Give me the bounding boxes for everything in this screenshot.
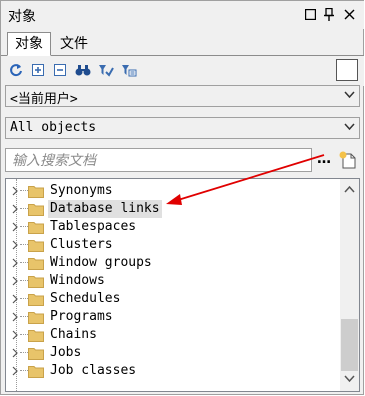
tree-item-label: Tablespaces [50, 219, 137, 234]
find-icon [75, 65, 91, 76]
chevron-down-icon [344, 123, 355, 131]
object-type-select-value: All objects [10, 120, 97, 135]
folder-icon [28, 348, 44, 360]
close-icon [344, 9, 354, 19]
folder-icon [28, 204, 44, 216]
tree-item-label: Chains [50, 327, 97, 342]
expand-all-button[interactable] [30, 62, 46, 78]
tree-item[interactable]: Database links [6, 200, 340, 218]
tree-item-label: Schedules [50, 291, 121, 306]
folder-icon [28, 186, 44, 198]
search-input[interactable] [10, 150, 304, 172]
expand-icon [32, 64, 44, 76]
tree-item[interactable]: Job classes [6, 362, 340, 380]
folder-icon [28, 276, 44, 288]
panel-title: 对象 [8, 9, 36, 25]
filter-icon [99, 65, 114, 77]
pin-button[interactable] [320, 5, 338, 23]
folder-icon [28, 366, 44, 378]
tree-item-label: Job classes [50, 363, 137, 378]
tree-item-label: Programs [50, 309, 113, 324]
maximize-button[interactable] [301, 5, 319, 23]
folder-icon [28, 258, 44, 270]
tree-item-label: Jobs [50, 345, 82, 360]
vertical-scrollbar[interactable] [340, 179, 359, 391]
tree-item[interactable]: Window groups [6, 254, 340, 272]
tree-item-label: Clusters [50, 237, 113, 252]
chevron-right-icon[interactable] [12, 258, 18, 268]
refresh-icon [10, 64, 22, 77]
chevron-right-icon[interactable] [12, 276, 18, 286]
object-type-select[interactable]: All objects [5, 117, 360, 139]
chevron-right-icon[interactable] [12, 294, 18, 304]
tree-item[interactable]: Synonyms [6, 182, 340, 200]
chevron-right-icon[interactable] [12, 204, 18, 214]
collapse-all-button[interactable] [52, 62, 68, 78]
owner-select[interactable]: <当前用户> [5, 85, 360, 107]
tab-strip: 对象 文件 [1, 31, 364, 56]
search-box [5, 148, 312, 172]
close-button[interactable] [340, 5, 358, 23]
filter-edit-icon [122, 65, 137, 77]
chevron-right-icon[interactable] [12, 240, 18, 250]
chevron-right-icon[interactable] [12, 186, 18, 196]
scroll-thumb[interactable] [341, 319, 358, 371]
chevron-right-icon[interactable] [12, 348, 18, 358]
collapse-icon [54, 64, 66, 76]
pin-icon [324, 7, 334, 21]
tree-item[interactable]: Schedules [6, 290, 340, 308]
chevron-right-icon[interactable] [12, 330, 18, 340]
refresh-button[interactable] [8, 62, 24, 78]
folder-icon [28, 330, 44, 342]
tree-item[interactable]: Jobs [6, 344, 340, 362]
owner-select-value: <当前用户> [10, 92, 78, 107]
tree-item[interactable]: Clusters [6, 236, 340, 254]
chevron-right-icon[interactable] [12, 366, 18, 376]
scroll-up-icon[interactable] [344, 185, 355, 193]
chevron-down-icon [344, 91, 355, 99]
folder-icon [28, 294, 44, 306]
tree-item[interactable]: Programs [6, 308, 340, 326]
more-options-button[interactable]: … [317, 151, 331, 167]
chevron-right-icon[interactable] [12, 222, 18, 232]
title-bar: 对象 [1, 1, 364, 29]
folder-icon [28, 222, 44, 234]
folder-icon [28, 312, 44, 324]
filter-edit-button[interactable] [121, 62, 137, 78]
tree-item-label: Synonyms [50, 183, 113, 198]
tree-item[interactable]: Chains [6, 326, 340, 344]
tab-objects[interactable]: 对象 [7, 32, 51, 56]
object-tree: Synonyms Database links Tablespaces Cluster… [5, 178, 360, 392]
maximize-icon [304, 8, 316, 20]
tree-item[interactable]: Windows [6, 272, 340, 290]
tree-item[interactable]: Tablespaces [6, 218, 340, 236]
toolbar [1, 56, 364, 86]
new-document-icon[interactable] [338, 150, 358, 170]
tree-item-label: Window groups [50, 255, 152, 270]
tree-item-label: Windows [50, 273, 105, 288]
tab-files[interactable]: 文件 [53, 34, 95, 55]
objects-panel: 对象 对象 文件 <当前用户> All objects 输入搜索文档 … Syn… [0, 0, 364, 395]
color-picker-button[interactable] [336, 59, 358, 81]
folder-icon [28, 240, 44, 252]
tree-item-label: Database links [48, 200, 162, 218]
chevron-right-icon[interactable] [12, 312, 18, 322]
filter-button[interactable] [98, 62, 114, 78]
scroll-down-icon[interactable] [344, 375, 355, 383]
find-button[interactable] [75, 62, 91, 78]
